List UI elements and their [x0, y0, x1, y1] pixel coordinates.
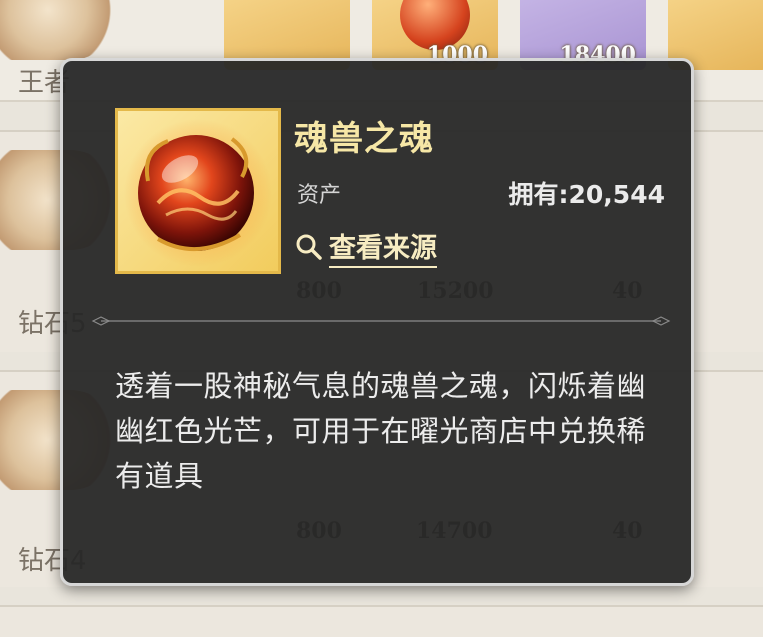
- divider: [91, 316, 671, 326]
- view-source-link[interactable]: 查看来源: [295, 226, 437, 268]
- item-type: 资产: [297, 183, 342, 208]
- soul-orb-icon: [124, 119, 272, 267]
- item-tooltip: 魂兽之魂 资产 拥有:20,544 查看来源 透着一股神秘气息的魂兽之魂，闪烁着…: [60, 58, 694, 586]
- shop-row: [0, 605, 763, 637]
- owned-count: 拥有:20,544: [508, 180, 665, 209]
- view-source-label: 查看来源: [329, 226, 437, 268]
- search-icon: [296, 234, 322, 260]
- item-icon-frame: [115, 108, 281, 274]
- item-description: 透着一股神秘气息的魂兽之魂，闪烁着幽幽红色光芒，可用于在曜光商店中兑换稀有道具: [115, 369, 647, 493]
- item-name: 魂兽之魂: [294, 119, 434, 159]
